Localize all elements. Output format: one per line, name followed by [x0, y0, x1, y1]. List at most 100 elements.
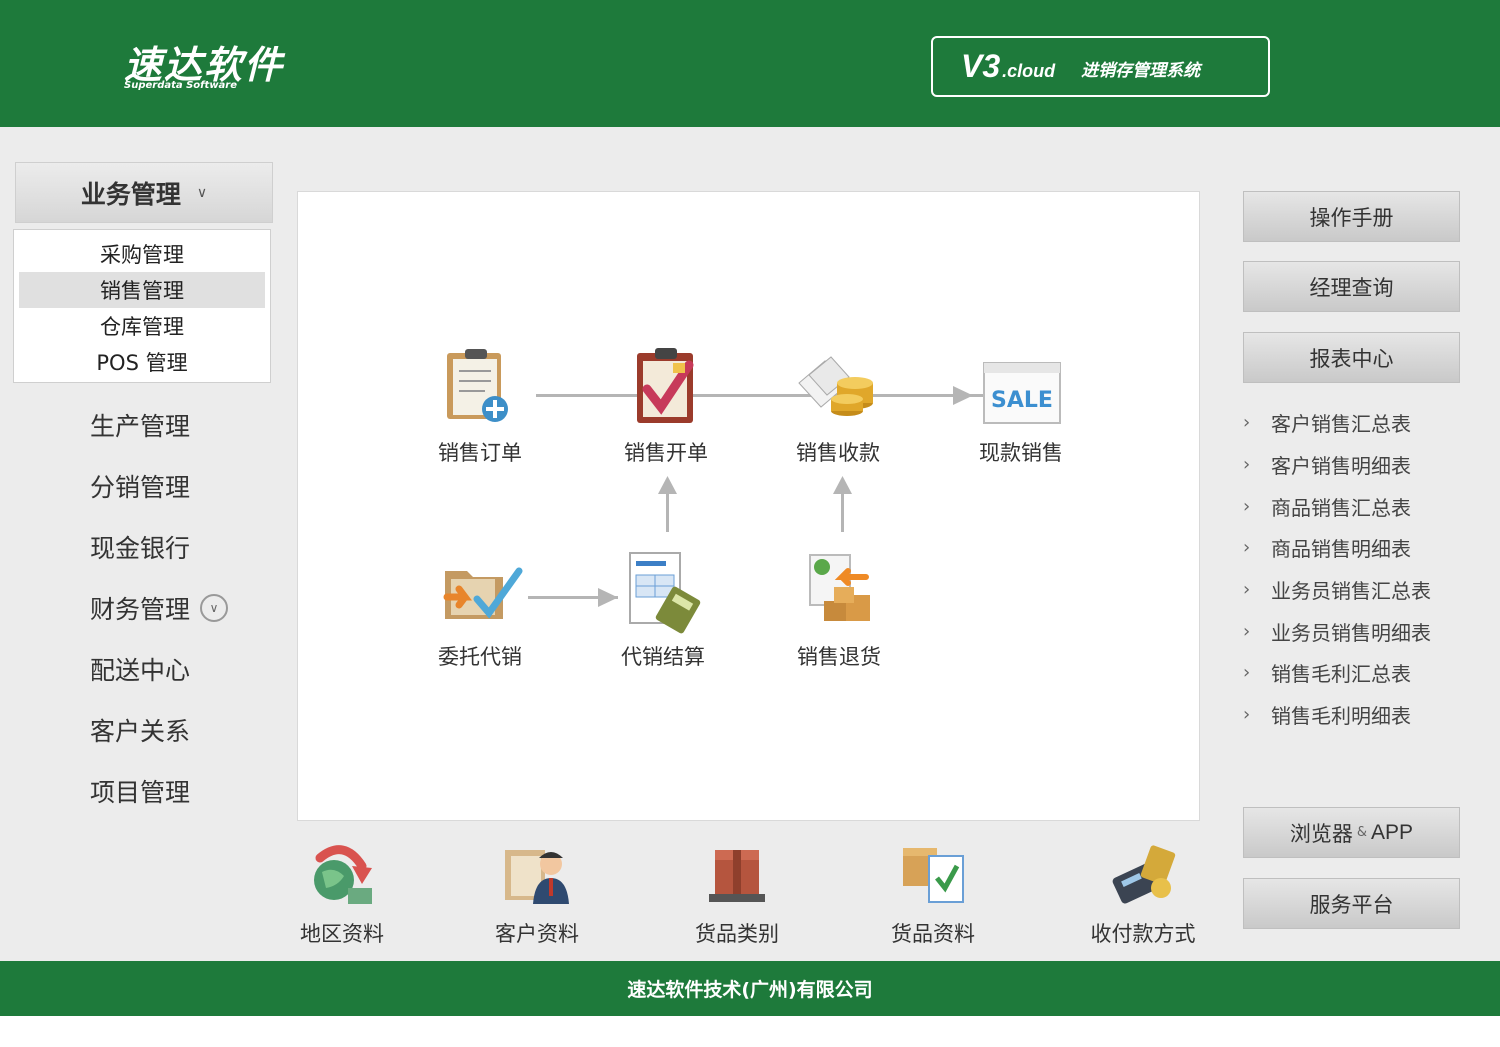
shortcut-label: 货品类别 — [695, 922, 779, 946]
report-link-label: 销售毛利明细表 — [1271, 704, 1411, 729]
clipboard-add-icon — [447, 349, 508, 422]
card-terminal-icon — [1112, 845, 1176, 904]
chevron-right-icon: › — [1243, 495, 1251, 517]
sale-tag-text: SALE — [991, 388, 1053, 413]
nav-item-project[interactable]: 项目管理 — [90, 773, 190, 809]
nav-group-label: 业务管理 — [80, 179, 181, 209]
nav-item-label: 生产管理 — [90, 412, 191, 441]
flow-node-label: 代销结算 — [621, 645, 705, 669]
report-link-label: 销售毛利汇总表 — [1271, 662, 1411, 687]
shortcut-label: 客户资料 — [495, 922, 579, 946]
report-link-label: 商品销售汇总表 — [1271, 495, 1411, 520]
nav-item-cash-bank[interactable]: 现金银行 — [90, 529, 190, 565]
footer-bar: 速达软件技术(广州)有限公司 — [0, 961, 1500, 1016]
flow-node-sales-return[interactable]: 销售退货 — [784, 549, 894, 671]
nav-item-production[interactable]: 生产管理 — [90, 407, 190, 443]
nav-submenu: 采购管理 销售管理 仓库管理 POS 管理 — [13, 229, 271, 383]
nav-item-distribution[interactable]: 分销管理 — [90, 468, 190, 504]
report-link-label: 客户销售汇总表 — [1271, 412, 1411, 437]
report-link-customer-sales-summary[interactable]: › 客户销售汇总表 — [1243, 402, 1483, 444]
flow-node-label: 销售订单 — [438, 441, 522, 465]
nav-group-business[interactable]: 业务管理 ∨ — [15, 162, 273, 223]
flow-node-label: 现款销售 — [979, 441, 1063, 465]
report-link-customer-sales-detail[interactable]: › 客户销售明细表 — [1243, 444, 1483, 486]
flow-node-label: 销售开单 — [624, 441, 708, 465]
chevron-right-icon: › — [1243, 704, 1251, 726]
browser-app-button[interactable]: 浏览器 & APP — [1243, 807, 1460, 858]
sale-tag-icon: SALE — [983, 362, 1061, 424]
globe-arrow-icon — [314, 845, 372, 904]
arrow-up-icon — [833, 476, 852, 494]
chevron-right-icon: › — [1243, 620, 1251, 642]
manual-button[interactable]: 操作手册 — [1243, 191, 1460, 242]
version-main: V3 — [961, 48, 1001, 84]
report-link-label: 客户销售明细表 — [1271, 454, 1411, 479]
flow-node-sales-invoice[interactable]: 销售开单 — [611, 345, 721, 467]
folder-check-icon — [443, 567, 523, 619]
nav-item-label: 项目管理 — [90, 778, 191, 807]
submenu-item-purchase[interactable]: 采购管理 — [19, 236, 265, 272]
coins-documents-icon — [798, 356, 873, 416]
nav-item-crm[interactable]: 客户关系 — [90, 712, 190, 748]
nav-item-label: 财务管理 — [90, 595, 191, 624]
browser-app-label-en: APP — [1371, 820, 1414, 844]
flow-node-cash-sale[interactable]: SALE 现款销售 — [966, 345, 1076, 467]
return-boxes-icon — [809, 554, 870, 621]
chevron-right-icon: › — [1243, 662, 1251, 684]
shortcut-label: 货品资料 — [891, 922, 975, 946]
flow-node-sales-order[interactable]: 销售订单 — [425, 345, 535, 467]
shortcut-label: 收付款方式 — [1090, 922, 1196, 946]
browser-app-label-cn: 浏览器 — [1289, 821, 1353, 846]
report-link-goods-sales-detail[interactable]: › 商品销售明细表 — [1243, 527, 1483, 569]
box-stack-icon — [709, 850, 765, 902]
shortcut-goods-category[interactable]: 货品类别 — [667, 838, 807, 948]
person-folder-icon — [505, 850, 569, 904]
flow-node-label: 委托代销 — [438, 645, 522, 669]
flow-panel: 销售订单 销售开单 销售收款 SALE 现款销售 委托代销 代销结算 销售退货 — [297, 191, 1200, 821]
flow-node-label: 销售收款 — [796, 441, 880, 465]
shortcut-customer[interactable]: 客户资料 — [467, 838, 607, 948]
report-link-label: 业务员销售汇总表 — [1271, 579, 1431, 604]
company-name: 速达软件技术(广州)有限公司 — [627, 979, 873, 1001]
version-badge: V3 .cloud 进销存管理系统 — [931, 36, 1270, 97]
nav-item-label: 配送中心 — [90, 656, 191, 685]
chevron-right-icon: › — [1243, 454, 1251, 476]
service-platform-button[interactable]: 服务平台 — [1243, 878, 1460, 929]
shortcut-region[interactable]: 地区资料 — [272, 838, 412, 948]
header-bar: 速达软件 Superdata Software V3 .cloud 进销存管理系… — [0, 0, 1500, 127]
flow-node-label: 销售退货 — [797, 645, 881, 669]
nav-item-label: 分销管理 — [90, 473, 191, 502]
nav-item-delivery[interactable]: 配送中心 — [90, 651, 190, 687]
arrow-up-icon — [658, 476, 677, 494]
browser-app-amp: & — [1356, 825, 1368, 840]
page-margin — [0, 1016, 1500, 1047]
shortcut-label: 地区资料 — [300, 922, 384, 946]
report-link-salesman-detail[interactable]: › 业务员销售明细表 — [1243, 610, 1483, 652]
report-center-button[interactable]: 报表中心 — [1243, 332, 1460, 383]
flow-node-sales-receipt[interactable]: 销售收款 — [783, 345, 893, 467]
expand-circle-icon[interactable]: ∨ — [200, 594, 229, 622]
nav-item-label: 客户关系 — [90, 717, 191, 746]
shortcut-payment[interactable]: 收付款方式 — [1073, 838, 1213, 948]
nav-item-finance[interactable]: 财务管理 ∨ — [90, 590, 229, 626]
report-link-gross-profit-summary[interactable]: › 销售毛利汇总表 — [1243, 652, 1483, 694]
chevron-right-icon: › — [1243, 537, 1251, 559]
flow-node-consignment-settle[interactable]: 代销结算 — [608, 549, 718, 671]
manager-query-button[interactable]: 经理查询 — [1243, 261, 1460, 312]
report-link-gross-profit-detail[interactable]: › 销售毛利明细表 — [1243, 694, 1483, 736]
submenu-item-pos[interactable]: POS 管理 — [19, 344, 265, 380]
box-checklist-icon — [903, 848, 964, 903]
submenu-item-sales[interactable]: 销售管理 — [19, 272, 265, 308]
shortcut-goods-info[interactable]: 货品资料 — [863, 838, 1003, 948]
chevron-right-icon: › — [1243, 412, 1251, 434]
report-link-label: 商品销售明细表 — [1271, 537, 1411, 562]
submenu-item-warehouse[interactable]: 仓库管理 — [19, 308, 265, 344]
report-link-salesman-summary[interactable]: › 业务员销售汇总表 — [1243, 569, 1483, 611]
nav-item-label: 现金银行 — [90, 534, 191, 563]
flow-connector — [666, 490, 669, 532]
report-link-goods-sales-summary[interactable]: › 商品销售汇总表 — [1243, 485, 1483, 527]
flow-connector — [841, 490, 844, 532]
clipboard-check-icon — [637, 348, 694, 423]
flow-node-consignment[interactable]: 委托代销 — [425, 549, 535, 671]
report-links-list: › 客户销售汇总表 › 客户销售明细表 › 商品销售汇总表 › 商品销售明细表 › 业务员… — [1243, 402, 1483, 736]
